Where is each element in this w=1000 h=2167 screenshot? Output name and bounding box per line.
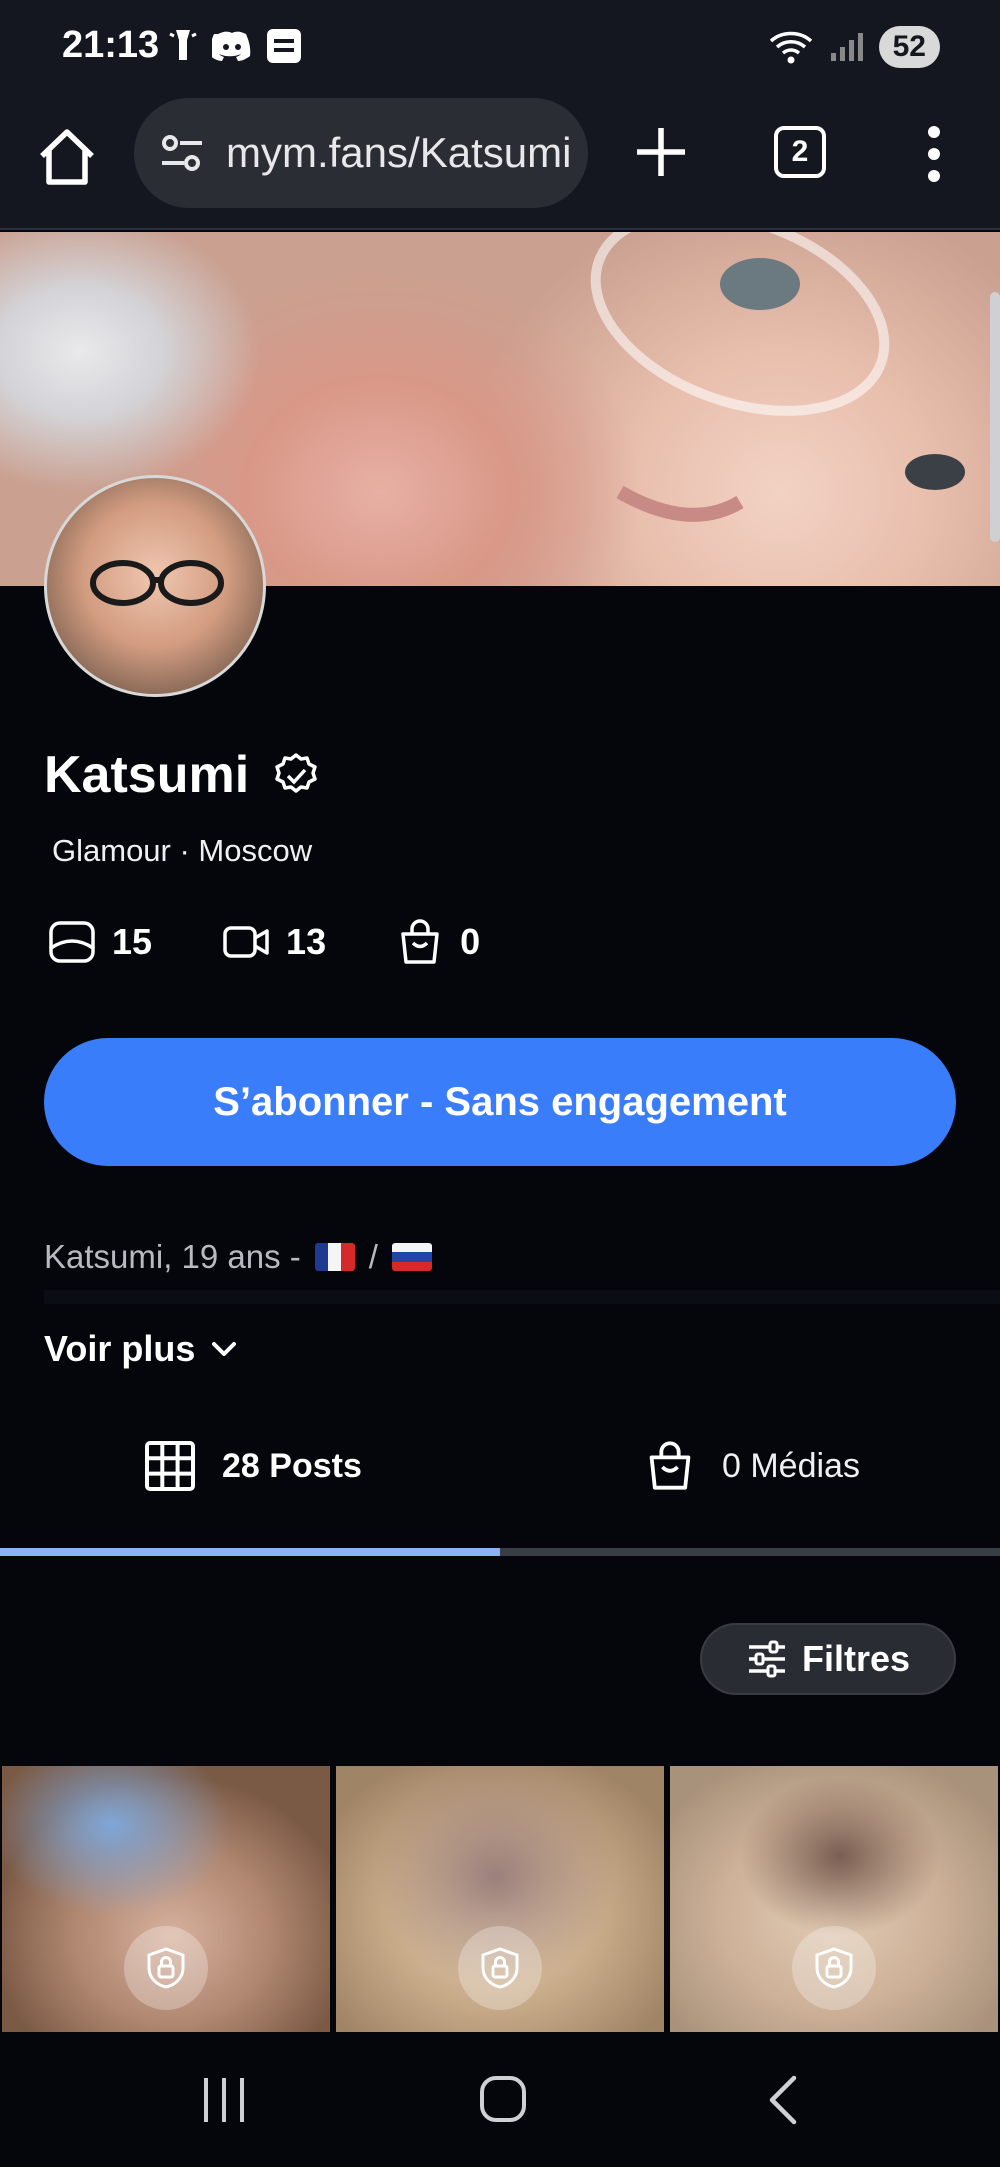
see-more-button[interactable]: Voir plus (44, 1328, 241, 1370)
bio-label: Katsumi, 19 ans - (44, 1238, 301, 1275)
battery-indicator: 52 (878, 26, 940, 68)
home-nav-icon[interactable] (478, 2074, 528, 2126)
shopping-bag-icon (401, 919, 439, 964)
wifi-icon (769, 31, 812, 64)
post-thumbnail[interactable] (2, 1766, 330, 2032)
photo-icon (49, 921, 95, 963)
home-icon[interactable] (36, 126, 98, 188)
video-icon (223, 926, 269, 958)
status-bar: 21:13 52 (0, 0, 1000, 96)
filter-sliders-icon (748, 1640, 785, 1678)
recent-apps-icon[interactable] (200, 2074, 248, 2126)
scrollbar-thumb[interactable] (990, 292, 1000, 542)
more-options-icon[interactable] (916, 124, 952, 184)
flashlight-icon (169, 30, 197, 60)
avatar-photo-detail (90, 560, 224, 606)
filters-button[interactable]: Filtres (700, 1623, 956, 1695)
subscribe-button[interactable]: S’abonner - Sans engagement (44, 1038, 956, 1166)
tab-posts-label: 28 Posts (222, 1446, 362, 1485)
grid-icon (145, 1441, 195, 1491)
france-flag-icon (314, 1243, 355, 1271)
tab-switcher-button[interactable]: 2 (774, 126, 826, 178)
post-thumbnail[interactable] (670, 1766, 998, 2032)
lock-icon (481, 1947, 519, 1989)
tab-medias-label: 0 Médias (722, 1446, 860, 1485)
bio-fade-overlay (44, 1290, 1000, 1304)
stat-photos-value: 15 (112, 921, 153, 962)
lock-icon (147, 1947, 185, 1989)
new-tab-icon[interactable] (633, 124, 689, 180)
stat-videos-value: 13 (286, 921, 327, 962)
tab-active-indicator (0, 1548, 500, 1556)
site-settings-icon[interactable] (158, 129, 206, 177)
russia-flag-icon (391, 1243, 432, 1271)
profile-subtitle: Glamour · Moscow (52, 833, 313, 868)
bio-text: Katsumi, 19 ans - / (44, 1238, 432, 1276)
status-time: 21:13 (62, 24, 160, 66)
chevron-down-icon (212, 1342, 237, 1356)
avatar[interactable] (44, 475, 266, 697)
message-icon (267, 29, 301, 63)
filters-label: Filtres (801, 1638, 911, 1679)
status-icons-right: 52 (769, 26, 940, 68)
profile-name: Katsumi (44, 746, 250, 804)
bio-separator: / (368, 1238, 378, 1275)
stat-purchases-value: 0 (460, 921, 481, 962)
post-thumbnail[interactable] (336, 1766, 664, 2032)
stat-purchases: 0 (396, 918, 480, 966)
verified-badge-icon (275, 753, 317, 793)
system-navigation-bar (0, 2032, 1000, 2167)
tab-posts[interactable]: 28 Posts (144, 1440, 362, 1492)
stat-photos: 15 (48, 918, 152, 966)
status-icons-left (168, 28, 302, 64)
locked-badge (458, 1926, 542, 2010)
browser-toolbar: mym.fans/Katsumi 2 (0, 96, 1000, 230)
locked-badge (124, 1926, 208, 2010)
tab-medias[interactable]: 0 Médias (644, 1440, 860, 1492)
back-nav-icon[interactable] (764, 2074, 804, 2126)
shopping-bag-icon (649, 1441, 691, 1490)
stat-videos: 13 (222, 918, 326, 966)
discord-icon (212, 31, 251, 61)
cover-photo-detail (590, 232, 965, 522)
signal-icon (830, 33, 863, 61)
url-text: mym.fans/Katsumi (226, 129, 572, 176)
lock-icon (815, 1947, 853, 1989)
see-more-label: Voir plus (44, 1328, 196, 1369)
locked-badge (792, 1926, 876, 2010)
profile-stats: 15 13 0 (48, 918, 550, 966)
address-bar[interactable]: mym.fans/Katsumi (134, 98, 588, 208)
